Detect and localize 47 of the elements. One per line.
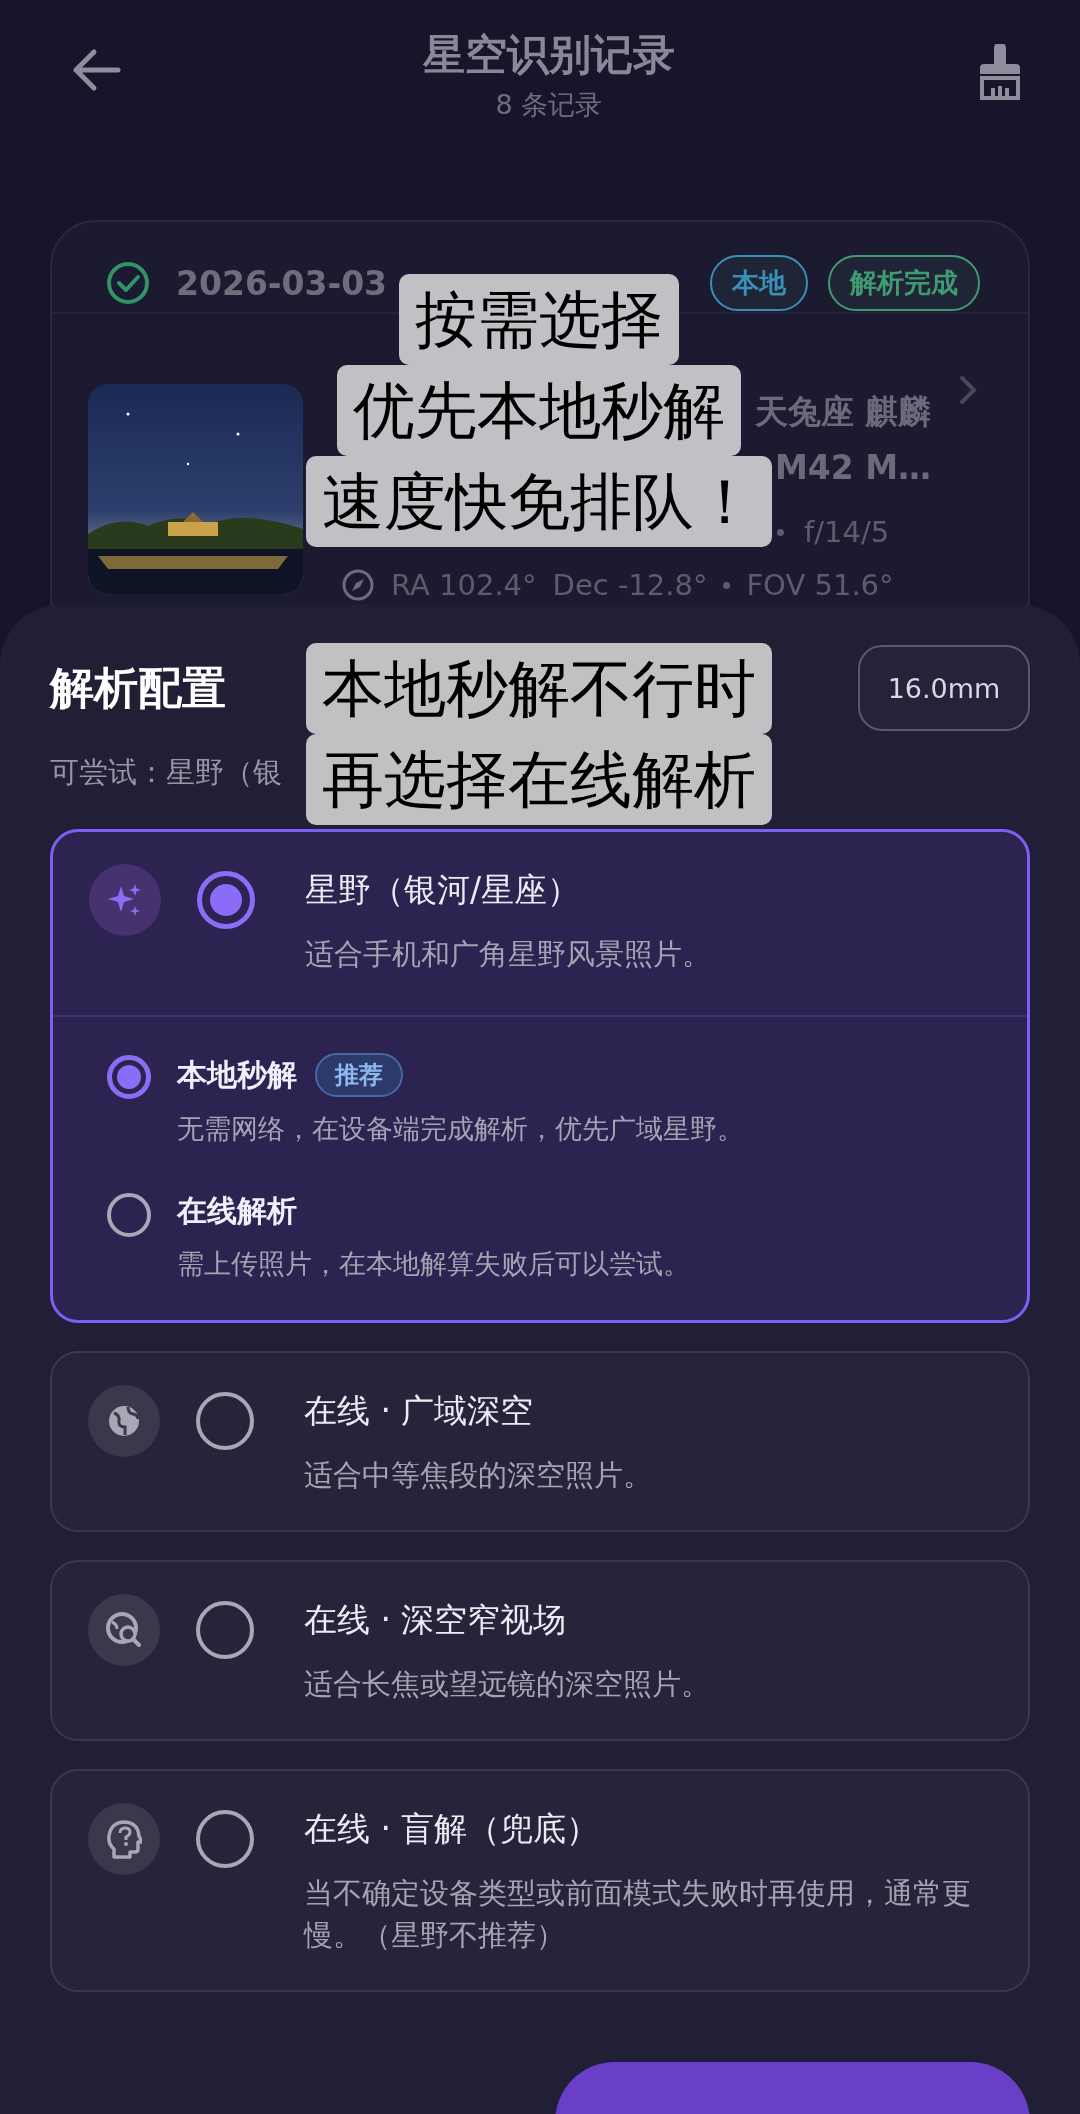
option-label: 在线解析 xyxy=(177,1192,297,1231)
caption-text: 再选择在线解析 xyxy=(306,734,772,825)
mode-card[interactable]: 星野（银河/星座） 适合手机和广角星野风景照片。 本地秒解 推荐 无需网络，在设备端完成解析，优先广域星野。 在线解析 需上传照片，在本地解算失败后可以尝试。 xyxy=(50,829,1030,1324)
caption-text: 按需选择 xyxy=(399,274,679,365)
coordinate-value: RA 102.4° xyxy=(391,568,537,602)
radio-button[interactable] xyxy=(197,871,255,929)
check-circle-icon xyxy=(106,261,150,305)
radio-button[interactable] xyxy=(107,1055,151,1100)
sheet-title: 解析配置 xyxy=(50,660,226,715)
mode-card[interactable]: 在线 · 深空窄视场 适合长焦或望远镜的深空照片。 xyxy=(50,1560,1030,1742)
radio-button[interactable] xyxy=(196,1601,254,1660)
coordinate-value: Dec -12.8° xyxy=(552,568,708,602)
record-date: 2026-03-03 xyxy=(176,263,388,303)
option-description: 需上传照片，在本地解算失败后可以尝试。 xyxy=(177,1247,690,1282)
caption-text: 优先本地秒解 xyxy=(337,365,741,456)
mode-description: 当不确定设备类型或前面模式失败时再使用，通常更慢。（星野不推荐） xyxy=(304,1875,972,1955)
page-title: 星空识别记录 xyxy=(422,29,676,81)
option-label: 本地秒解 xyxy=(177,1055,297,1094)
status-tag: 本地 xyxy=(710,255,808,311)
caption-text: 速度快免排队！ xyxy=(306,456,772,547)
separator-dot xyxy=(723,581,731,589)
radio-button[interactable] xyxy=(196,1392,254,1451)
coordinate-value: FOV 51.6° xyxy=(746,568,894,602)
mode-card[interactable]: 在线 · 盲解（兜底） 当不确定设备类型或前面模式失败时再使用，通常更慢。（星野不推荐） xyxy=(50,1769,1030,1993)
mode-description: 适合手机和广角星野风景照片。 xyxy=(305,936,712,973)
mode-card[interactable]: 在线 · 广域深空 适合中等焦段的深空照片。 xyxy=(50,1351,1030,1533)
status-tag: 解析完成 xyxy=(828,255,980,311)
mode-title: 在线 · 广域深空 xyxy=(304,1390,535,1433)
record-title: M42 M… xyxy=(774,447,931,489)
compass-icon xyxy=(341,568,375,602)
mode-title: 星野（银河/星座） xyxy=(305,869,582,911)
hint-text: 可尝试：星野（银 xyxy=(50,754,282,791)
record-title: 天兔座 麒麟 xyxy=(754,391,931,433)
exposure-info: f/14/5 xyxy=(804,515,890,549)
caption-text: 本地秒解不行时 xyxy=(306,643,772,734)
option-description: 无需网络，在设备端完成解析，优先广域星野。 xyxy=(177,1112,744,1147)
chevron-right-icon xyxy=(958,374,978,406)
record-count: 8 条记录 xyxy=(494,88,604,122)
mode-description: 适合长焦或望远镜的深空照片。 xyxy=(304,1666,711,1704)
separator-dot xyxy=(777,528,784,536)
mode-title: 在线 · 深空窄视场 xyxy=(304,1599,568,1642)
mode-title: 在线 · 盲解（兜底） xyxy=(304,1808,601,1851)
radio-button[interactable] xyxy=(196,1810,254,1869)
recommended-badge: 推荐 xyxy=(315,1053,403,1098)
radio-button[interactable] xyxy=(107,1193,151,1238)
mode-description: 适合中等焦段的深空照片。 xyxy=(304,1457,653,1495)
focal-length-chip[interactable]: 16.0mm xyxy=(858,645,1030,731)
